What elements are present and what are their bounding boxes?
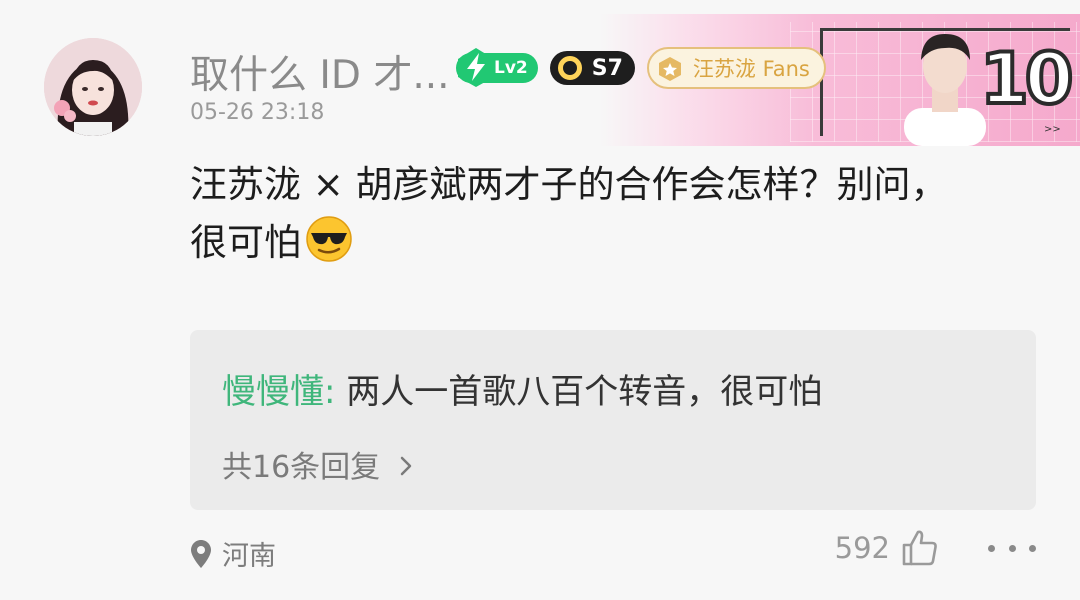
more-dot bbox=[988, 544, 995, 552]
comment-text-line2-wrap: 很可怕 bbox=[190, 214, 1030, 272]
user-badges: Lv2 S7 汪苏泷 Fans bbox=[456, 46, 826, 90]
avatar-image bbox=[44, 38, 142, 136]
comment-text-line2: 很可怕 bbox=[190, 221, 301, 264]
location: 河南 bbox=[190, 534, 276, 573]
reply-text: 两人一首歌八百个转音，很可怕 bbox=[346, 372, 823, 412]
location-pin-icon bbox=[191, 539, 211, 568]
more-dot bbox=[1029, 544, 1036, 552]
comment-text[interactable]: 汪苏泷 × 胡彦斌两才子的合作会怎样？别问， 很可怕 bbox=[190, 156, 1030, 272]
reply-count-label: 共16条回复 bbox=[222, 450, 381, 485]
more-dot bbox=[1008, 544, 1016, 552]
reply-author[interactable]: 慢慢懂: bbox=[222, 372, 335, 412]
season-badge[interactable]: S7 bbox=[549, 51, 635, 85]
avatar[interactable] bbox=[44, 38, 142, 136]
level-badge[interactable]: Lv2 bbox=[456, 48, 538, 87]
thumbs-up-icon[interactable] bbox=[900, 528, 940, 568]
season-badge-label: S7 bbox=[591, 55, 623, 81]
comment-actions: 592 bbox=[835, 528, 1036, 568]
fan-club-label: 汪苏泷 Fans bbox=[692, 57, 810, 81]
level-badge-label: Lv2 bbox=[494, 58, 528, 78]
season-ring-icon bbox=[557, 56, 582, 80]
comment-timestamp: 05-26 23:18 bbox=[190, 100, 325, 125]
sunglasses-emoji-icon bbox=[306, 216, 352, 262]
reply-line: 慢慢懂: 两人一首歌八百个转音，很可怕 bbox=[222, 364, 822, 413]
fan-hexagon-icon bbox=[658, 57, 681, 81]
banner-number: 10 bbox=[978, 38, 1075, 120]
comment-text-line1: 汪苏泷 × 胡彦斌两才子的合作会怎样？别问， bbox=[190, 163, 948, 206]
comment-card: 10 >> 取什么 ID 才... Lv2 S7 汪苏泷 Fans 05-26 … bbox=[0, 0, 1080, 600]
location-label: 河南 bbox=[222, 541, 276, 572]
more-dots-icon[interactable] bbox=[988, 528, 1036, 568]
chevron-right-icon bbox=[400, 456, 411, 476]
lightning-icon bbox=[458, 48, 494, 87]
username[interactable]: 取什么 ID 才... bbox=[190, 44, 450, 100]
like-count: 592 bbox=[834, 531, 890, 565]
view-all-replies-link[interactable]: 共16条回复 bbox=[222, 442, 414, 486]
fan-club-badge[interactable]: 汪苏泷 Fans bbox=[646, 47, 826, 89]
reply-preview[interactable]: 慢慢懂: 两人一首歌八百个转音，很可怕 共16条回复 bbox=[190, 330, 1036, 510]
banner-arrows-icon: >> bbox=[1044, 124, 1061, 135]
